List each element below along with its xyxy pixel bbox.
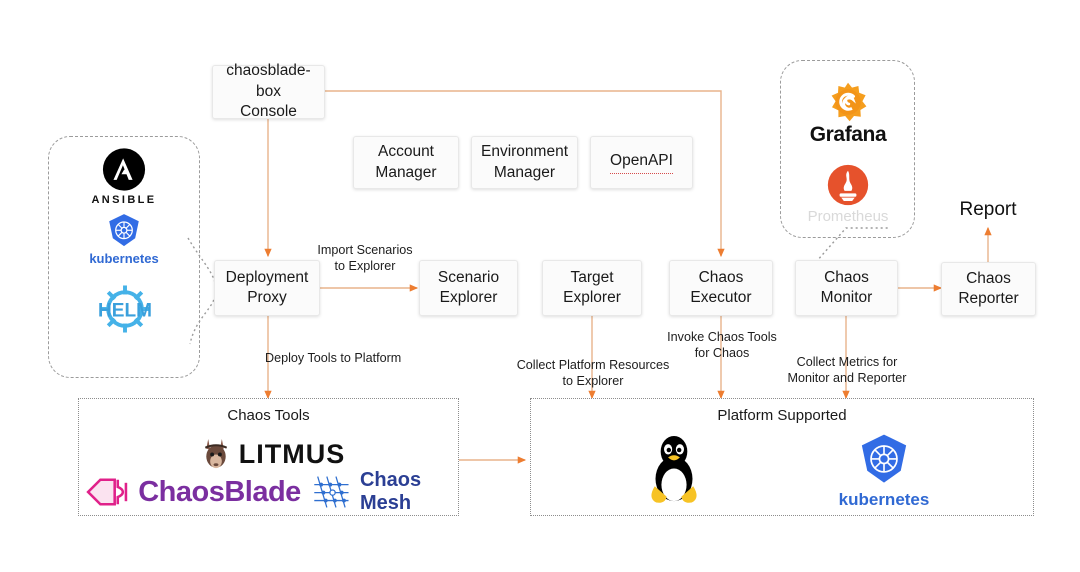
label-collect-platform-resources: Collect Platform Resources to Explorer [516, 358, 670, 389]
logo-linux [638, 432, 710, 508]
logo-kubernetes-platform-caption: kubernetes [838, 489, 930, 509]
logo-helm: HELM [84, 278, 166, 340]
node-account-manager-label: Account Manager [375, 143, 437, 181]
logo-chaos-mesh-text: Chaos Mesh [359, 469, 422, 514]
ansible-icon [102, 148, 146, 191]
logo-grafana: Grafana [800, 76, 896, 152]
kubernetes-icon [861, 434, 907, 483]
node-scenario-explorer-label: Scenario Explorer [437, 268, 500, 306]
logo-litmus-text: LITMUS [238, 438, 346, 469]
linux-tux-icon [651, 435, 697, 503]
node-openapi-label: OpenAPI [610, 151, 673, 174]
label-deploy-tools: Deploy Tools to Platform [265, 351, 402, 365]
logo-chaosblade-text: ChaosBlade [138, 475, 301, 508]
grafana-icon [831, 82, 867, 121]
architecture-diagram: ANSIBLE kubernetes HELM Grafana Promethe… [0, 0, 1080, 572]
label-collect-metrics: Collect Metrics for Monitor and Reporter [787, 355, 907, 386]
node-chaosblade-box-console-label: chaosblade-box Console [226, 62, 311, 121]
node-openapi[interactable]: OpenAPI [590, 136, 693, 189]
logo-ansible-caption: ANSIBLE [91, 194, 157, 206]
logo-chaos-mesh-caption: Chaos Mesh [360, 469, 472, 515]
node-chaos-reporter-label: Chaos Reporter [958, 269, 1019, 307]
node-chaosblade-box-console[interactable]: chaosblade-box Console [212, 62, 325, 120]
panel-platform-supported: Platform Supported [530, 398, 1034, 516]
node-environment-manager-label: Environment Manager [480, 143, 568, 181]
logo-litmus-caption: LITMUS [239, 439, 346, 470]
panel-chaos-tools-title: Chaos Tools [227, 407, 310, 424]
node-deployment-proxy-label: Deployment Proxy [225, 268, 309, 306]
label-report: Report [959, 199, 1017, 220]
litmus-icon [204, 438, 227, 469]
svg-text:HELM: HELM [98, 300, 152, 321]
logo-kubernetes-caption: kubernetes [89, 250, 159, 266]
logo-prometheus: Prometheus [800, 158, 896, 230]
node-chaos-monitor-label: Chaos Monitor [820, 268, 873, 306]
helm-icon: HELM [98, 285, 152, 333]
node-chaos-reporter[interactable]: Chaos Reporter [941, 262, 1036, 316]
node-chaos-monitor[interactable]: Chaos Monitor [795, 260, 898, 316]
logo-prometheus-caption: Prometheus [807, 207, 889, 225]
node-scenario-explorer[interactable]: Scenario Explorer [419, 260, 518, 316]
logo-kubernetes-platform: kubernetes [838, 432, 930, 510]
panel-platform-supported-title: Platform Supported [717, 407, 847, 424]
chaos-mesh-icon [314, 476, 349, 508]
label-import-scenarios: Import Scenarios to Explorer [317, 243, 413, 274]
node-account-manager[interactable]: Account Manager [353, 136, 459, 189]
prometheus-icon [827, 164, 869, 205]
logo-ansible: ANSIBLE [91, 148, 157, 206]
node-environment-manager[interactable]: Environment Manager [471, 136, 578, 189]
logo-chaosblade-caption: ChaosBlade [138, 476, 301, 509]
chaosblade-icon [86, 478, 128, 506]
logo-chaos-mesh: Chaos Mesh [312, 469, 472, 515]
label-invoke-chaos-tools: Invoke Chaos Tools for Chaos [667, 330, 777, 361]
logo-grafana-caption: Grafana [809, 122, 887, 146]
logo-kubernetes-tools: kubernetes [89, 210, 159, 268]
logo-chaosblade: ChaosBlade [82, 472, 302, 512]
node-target-explorer-label: Target Explorer [563, 268, 621, 306]
node-chaos-executor[interactable]: Chaos Executor [669, 260, 773, 316]
node-chaos-executor-label: Chaos Executor [690, 268, 752, 306]
logo-litmus: LITMUS [188, 435, 358, 473]
node-target-explorer[interactable]: Target Explorer [542, 260, 642, 316]
kubernetes-icon [109, 213, 139, 246]
